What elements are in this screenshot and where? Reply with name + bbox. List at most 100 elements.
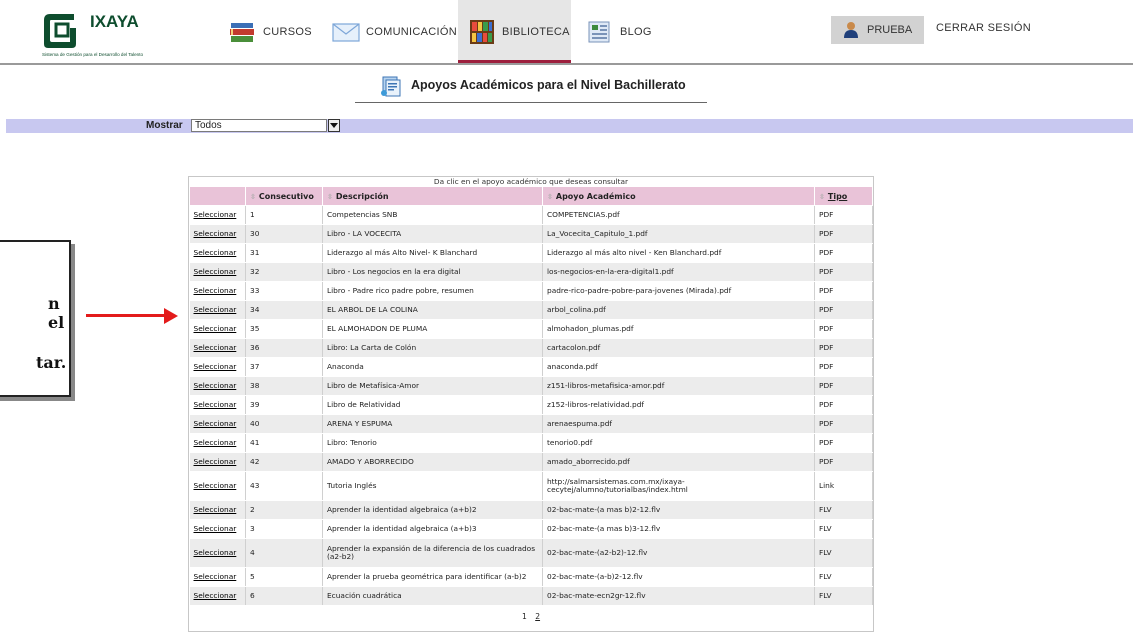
callout-text-line-1: n el (48, 294, 65, 332)
table-row[interactable]: Seleccionar 2 Aprender la identidad algebr… (189, 500, 873, 520)
nav-cursos[interactable]: CURSOS (227, 16, 312, 48)
select-link[interactable]: Seleccionar (189, 281, 246, 301)
cell-consecutivo: 40 (245, 414, 323, 434)
table-row[interactable]: Seleccionar 30 Libro - LA VOCECITA La_Vocec… (189, 224, 873, 244)
cell-consecutivo: 36 (245, 338, 323, 358)
table-row[interactable]: Seleccionar 41 Libro: Tenorio tenorio0.pdf P… (189, 433, 873, 453)
cell-apoyo: cartacolon.pdf (542, 338, 815, 358)
header-tipo[interactable]: ⇳ Tipo (814, 186, 873, 206)
sort-icon: ⇳ (819, 192, 825, 201)
library-icon (466, 18, 498, 46)
cell-tipo: PDF (814, 395, 873, 415)
table-row[interactable]: Seleccionar 33 Libro - Padre rico padre po… (189, 281, 873, 301)
dropdown-arrow-icon[interactable] (328, 119, 340, 132)
cell-tipo: FLV (814, 519, 873, 539)
cell-tipo: Link (814, 471, 873, 501)
select-link[interactable]: Seleccionar (189, 262, 246, 282)
table-row[interactable]: Seleccionar 37 Anaconda anaconda.pdf PDF (189, 357, 873, 377)
nav-label: CURSOS (263, 26, 312, 38)
select-link[interactable]: Seleccionar (189, 300, 246, 320)
cell-descripcion: Ecuación cuadrática (322, 586, 543, 606)
select-link[interactable]: Seleccionar (189, 395, 246, 415)
table-row[interactable]: Seleccionar 36 Libro: La Carta de Colón car… (189, 338, 873, 358)
select-link[interactable]: Seleccionar (189, 357, 246, 377)
header-descripcion[interactable]: ⇳ Descripción (322, 186, 543, 206)
cell-descripcion: Aprender la identidad algebraica (a+b)3 (322, 519, 543, 539)
cell-tipo: PDF (814, 262, 873, 282)
cell-tipo: FLV (814, 500, 873, 520)
select-link[interactable]: Seleccionar (189, 376, 246, 396)
logout-link[interactable]: CERRAR SESIÓN (936, 22, 1031, 34)
table-row[interactable]: Seleccionar 6 Ecuación cuadrática 02-bac-ma… (189, 586, 873, 606)
cell-consecutivo: 43 (245, 471, 323, 501)
logo-tagline: Sistema de Gestión para el Desarrollo de… (42, 52, 144, 57)
pagination: 1 2 (189, 612, 873, 621)
cell-apoyo: amado_aborrecido.pdf (542, 452, 815, 472)
cell-descripcion: Anaconda (322, 357, 543, 377)
select-link[interactable]: Seleccionar (189, 433, 246, 453)
cell-descripcion: AMADO Y ABORRECIDO (322, 452, 543, 472)
select-link[interactable]: Seleccionar (189, 500, 246, 520)
table-row[interactable]: Seleccionar 4 Aprender la expansión de la … (189, 538, 873, 568)
cell-descripcion: Libro de Relatividad (322, 395, 543, 415)
ixaya-logo[interactable]: IXAYA Sistema de Gestión para el Desarro… (36, 3, 201, 59)
nav-biblioteca[interactable]: BIBLIOTECA (466, 16, 570, 48)
cell-tipo: PDF (814, 357, 873, 377)
table-row[interactable]: Seleccionar 42 AMADO Y ABORRECIDO amado_abo… (189, 452, 873, 472)
table-row[interactable]: Seleccionar 32 Libro - Los negocios en la … (189, 262, 873, 282)
select-link[interactable]: Seleccionar (189, 519, 246, 539)
select-link[interactable]: Seleccionar (189, 319, 246, 339)
cell-consecutivo: 39 (245, 395, 323, 415)
table-row[interactable]: Seleccionar 3 Aprender la identidad algebr… (189, 519, 873, 539)
document-stack-icon (381, 76, 401, 97)
select-link[interactable]: Seleccionar (189, 205, 246, 225)
sort-icon: ⇳ (327, 192, 333, 201)
nav-comunicacion[interactable]: COMUNICACIÓN (330, 16, 457, 48)
cell-tipo: PDF (814, 376, 873, 396)
nav-label: COMUNICACIÓN (366, 26, 457, 38)
select-link[interactable]: Seleccionar (189, 414, 246, 434)
arrow-right-icon (164, 308, 178, 324)
select-link[interactable]: Seleccionar (189, 471, 246, 501)
table-row[interactable]: Seleccionar 35 EL ALMOHADON DE PLUMA almoha… (189, 319, 873, 339)
resources-table: ⇳ Consecutivo ⇳ Descripción ⇳ Apoyo Académi… (189, 186, 873, 606)
table-row[interactable]: Seleccionar 5 Aprender la prueba geométric… (189, 567, 873, 587)
select-link[interactable]: Seleccionar (189, 567, 246, 587)
cell-tipo: PDF (814, 452, 873, 472)
table-row[interactable]: Seleccionar 40 ARENA Y ESPUMA arenaespuma.p… (189, 414, 873, 434)
user-profile-button[interactable]: PRUEBA (831, 16, 924, 44)
cell-apoyo: arenaespuma.pdf (542, 414, 815, 434)
select-link[interactable]: Seleccionar (189, 224, 246, 244)
cell-descripcion: Libro - Los negocios en la era digital (322, 262, 543, 282)
cell-apoyo: 02-bac-mate-(a-b)2-12.flv (542, 567, 815, 587)
nav-blog[interactable]: BLOG (584, 16, 652, 48)
page-title: Apoyos Académicos para el Nivel Bachille… (411, 78, 686, 92)
cell-consecutivo: 4 (245, 538, 323, 568)
select-link[interactable]: Seleccionar (189, 338, 246, 358)
table-row[interactable]: Seleccionar 31 Liderazgo al más Alto Nivel… (189, 243, 873, 263)
table-row[interactable]: Seleccionar 38 Libro de Metafísica-Amor z15… (189, 376, 873, 396)
table-row[interactable]: Seleccionar 1 Competencias SNB COMPETENCIAS… (189, 205, 873, 225)
cell-descripcion: Competencias SNB (322, 205, 543, 225)
logo-mark-icon (44, 14, 76, 48)
table-row[interactable]: Seleccionar 43 Tutoria Inglés http://salmar… (189, 471, 873, 501)
select-link[interactable]: Seleccionar (189, 243, 246, 263)
cell-descripcion: EL ARBOL DE LA COLINA (322, 300, 543, 320)
table-header-row: ⇳ Consecutivo ⇳ Descripción ⇳ Apoyo Académi… (189, 186, 873, 206)
select-link[interactable]: Seleccionar (189, 452, 246, 472)
filter-select[interactable]: Todos (191, 119, 327, 132)
cell-consecutivo: 35 (245, 319, 323, 339)
cell-apoyo: padre-rico-padre-pobre-para-jovenes (Mir… (542, 281, 815, 301)
select-link[interactable]: Seleccionar (189, 586, 246, 606)
select-link[interactable]: Seleccionar (189, 538, 246, 568)
table-row[interactable]: Seleccionar 34 EL ARBOL DE LA COLINA arbol_… (189, 300, 873, 320)
header-apoyo[interactable]: ⇳ Apoyo Académico (542, 186, 815, 206)
cell-consecutivo: 3 (245, 519, 323, 539)
cell-consecutivo: 30 (245, 224, 323, 244)
cell-tipo: FLV (814, 586, 873, 606)
page-link-2[interactable]: 2 (535, 612, 540, 621)
cell-apoyo: La_Vocecita_Capitulo_1.pdf (542, 224, 815, 244)
header-consecutivo[interactable]: ⇳ Consecutivo (245, 186, 323, 206)
cell-tipo: PDF (814, 338, 873, 358)
table-row[interactable]: Seleccionar 39 Libro de Relatividad z152-li… (189, 395, 873, 415)
